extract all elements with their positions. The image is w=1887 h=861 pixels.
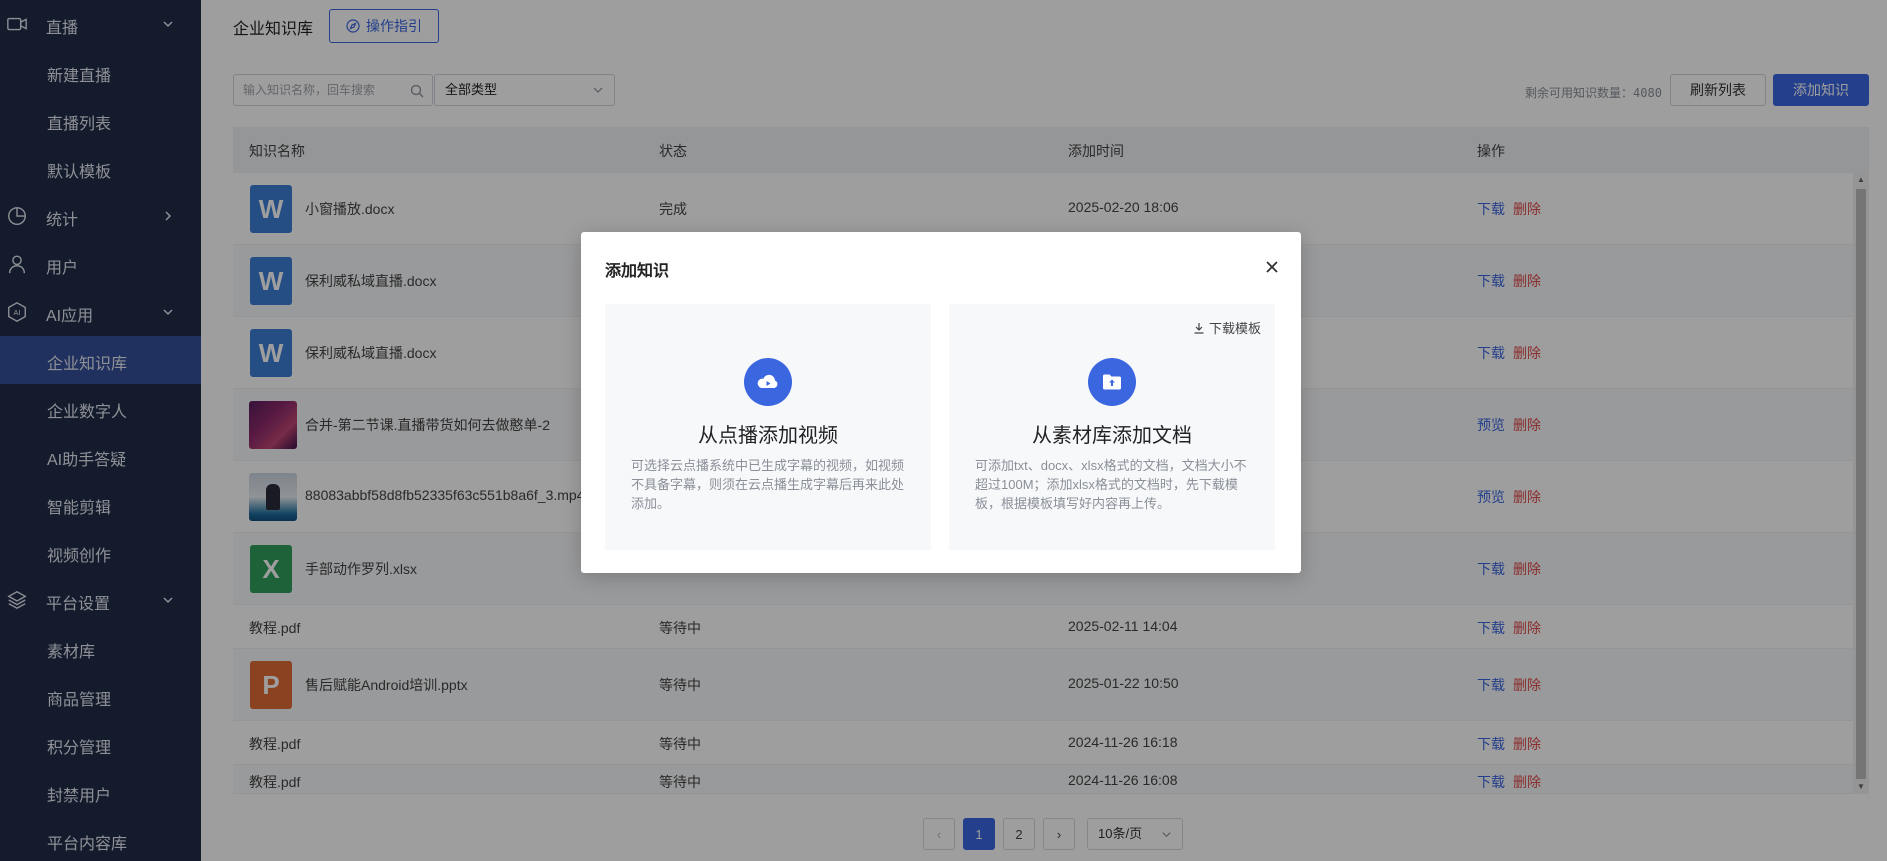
cloud-play-icon — [744, 358, 792, 406]
add-from-material-card[interactable]: 下载模板 从素材库添加文档 可添加txt、docx、xlsx格式的文档，文档大小… — [949, 304, 1275, 550]
card-title: 从点播添加视频 — [698, 425, 838, 447]
download-template-label: 下载模板 — [1208, 321, 1261, 336]
add-from-vod-card[interactable]: 从点播添加视频 可选择云点播系统中已生成字幕的视频，如视频不具备字幕，则须在云点… — [605, 304, 931, 550]
card-description: 可添加txt、docx、xlsx格式的文档，文档大小不超过100M；添加xlsx… — [975, 458, 1247, 511]
folder-upload-icon — [1088, 358, 1136, 406]
close-icon[interactable] — [1264, 259, 1280, 275]
card-title: 从素材库添加文档 — [1032, 425, 1192, 447]
modal-title: 添加知识 — [605, 263, 670, 280]
download-icon — [1194, 322, 1204, 334]
download-template-link[interactable]: 下载模板 — [1193, 318, 1261, 337]
add-knowledge-modal: 添加知识 从点播添加视频 可选择云点播系统中已生成字幕的视频，如视频不具备字幕，… — [581, 232, 1301, 573]
card-description: 可选择云点播系统中已生成字幕的视频，如视频不具备字幕，则须在云点播生成字幕后再来… — [631, 458, 905, 511]
